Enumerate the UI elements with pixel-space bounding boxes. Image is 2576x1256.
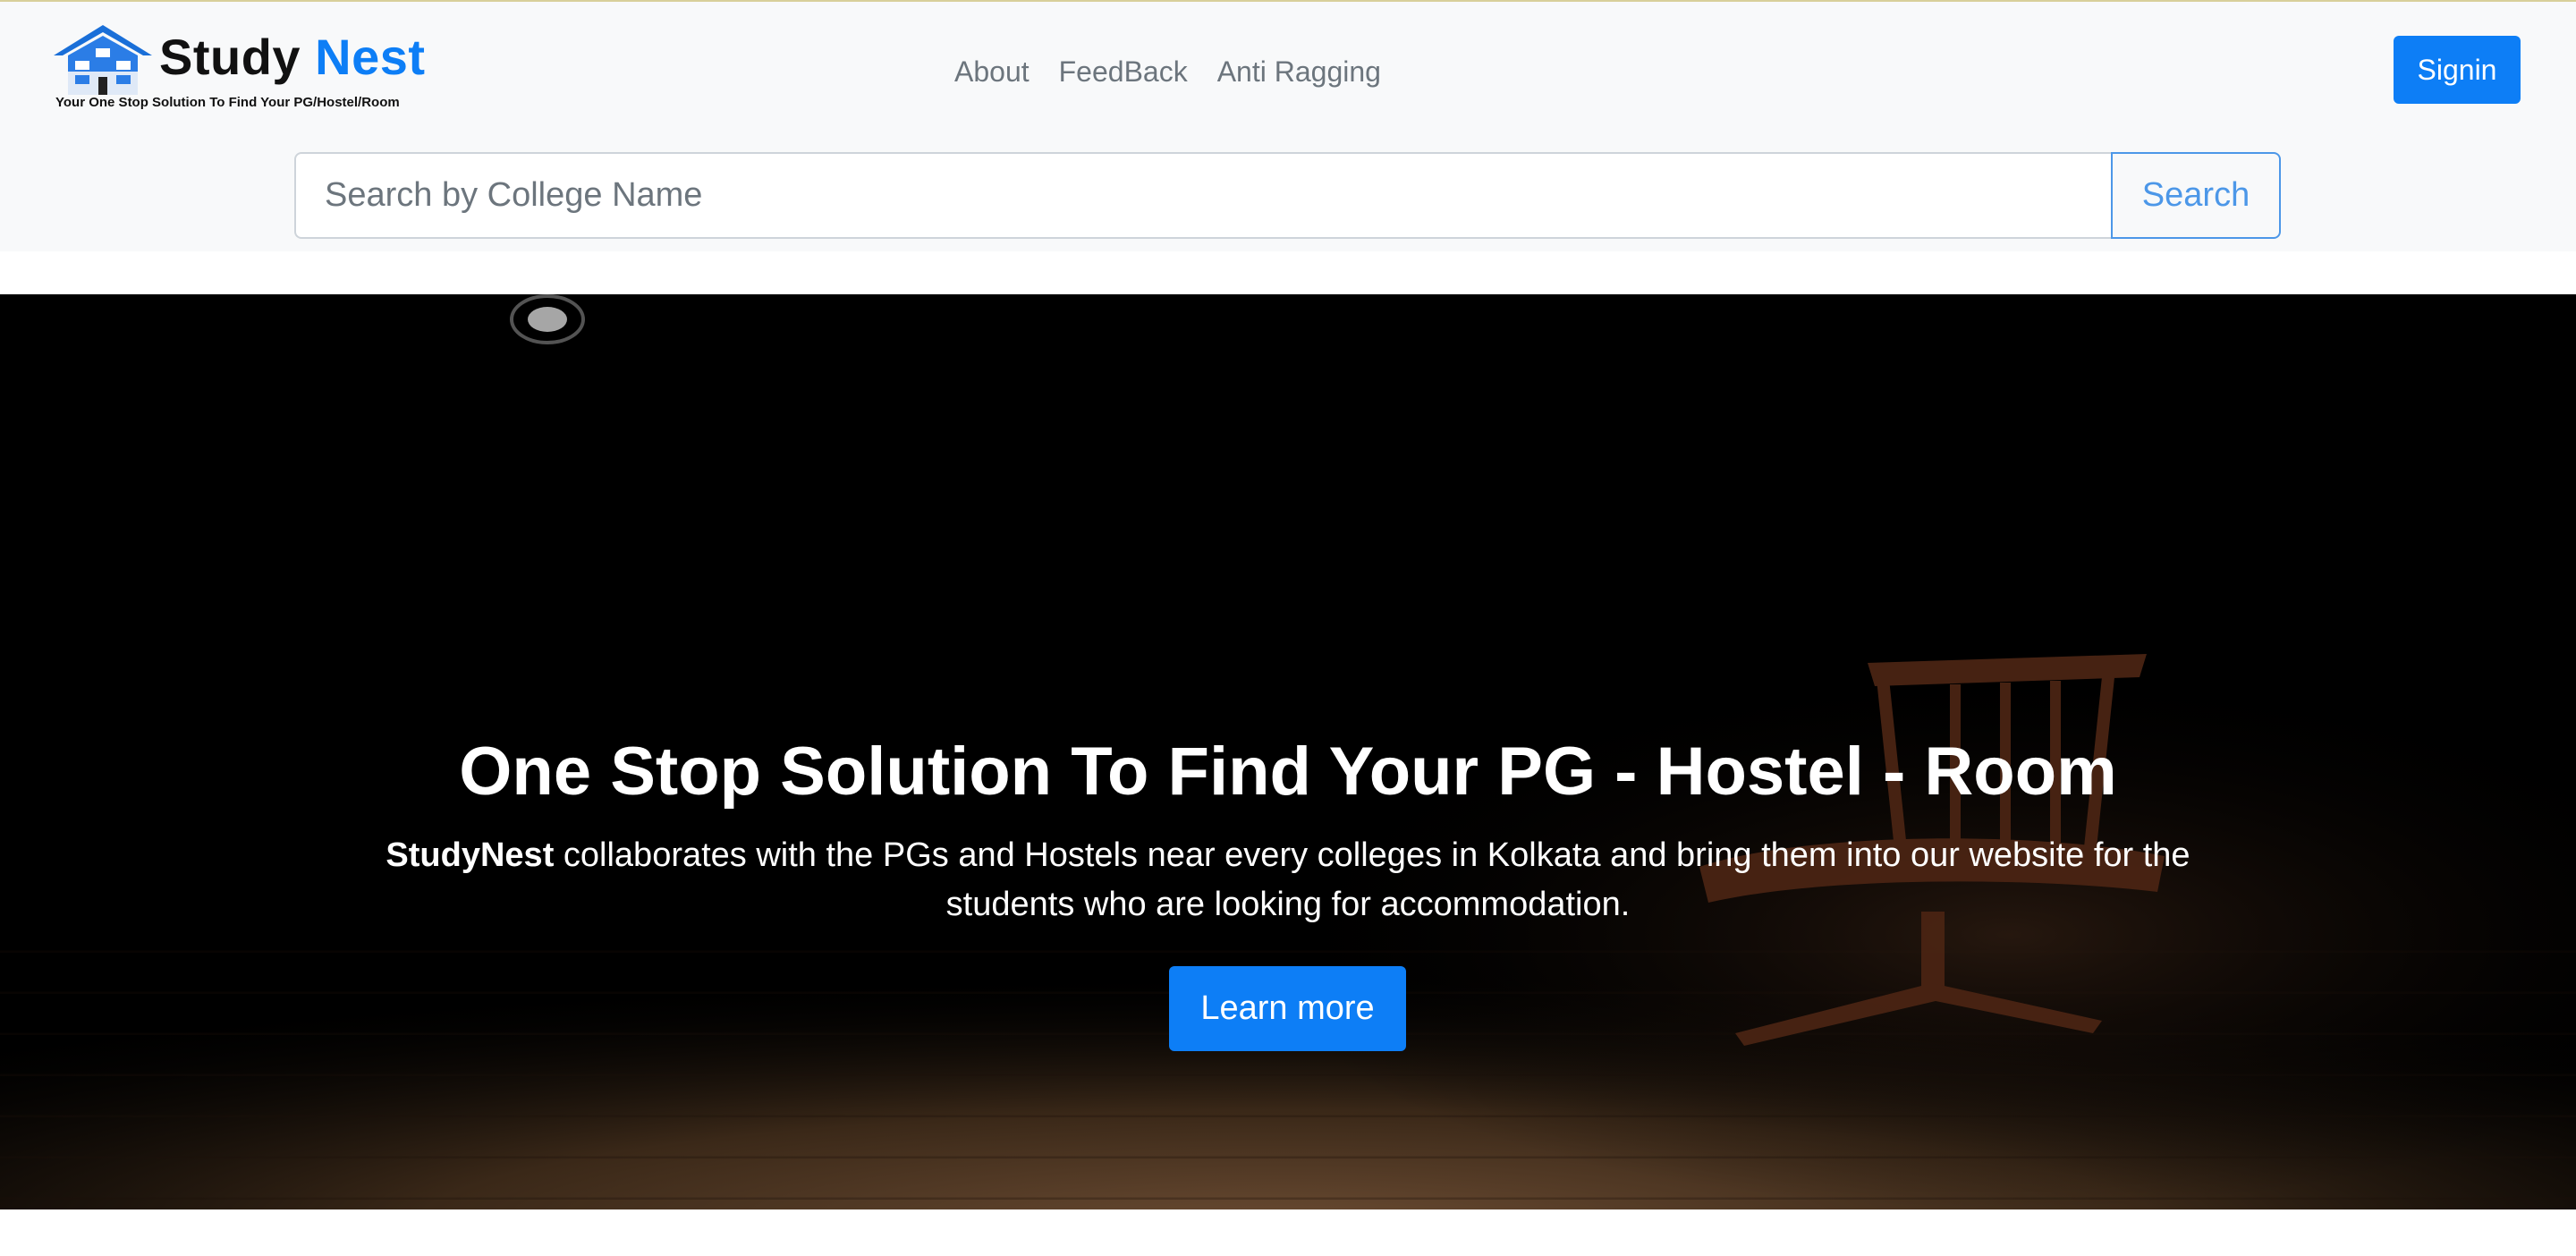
nav-links: About FeedBack Anti Ragging [954, 54, 1381, 89]
brand-name-study: Study [159, 29, 316, 85]
hero-content: One Stop Solution To Find Your PG - Host… [0, 294, 2576, 1209]
brand-name-nest: Nest [315, 29, 426, 85]
hero-description-text: collaborates with the PGs and Hostels ne… [554, 836, 2190, 923]
brand-tagline: Your One Stop Solution To Find Your PG/H… [55, 95, 400, 110]
hero-title: One Stop Solution To Find Your PG - Host… [459, 734, 2117, 810]
nav-link-about[interactable]: About [954, 54, 1030, 89]
search-form: Search [294, 152, 2281, 239]
brand-name: Study Nest [159, 32, 426, 82]
hero-description-brand: StudyNest [386, 836, 555, 874]
search-input[interactable] [294, 152, 2111, 239]
hero-description: StudyNest collaborates with the PGs and … [385, 831, 2191, 929]
nav-link-anti-ragging[interactable]: Anti Ragging [1217, 54, 1381, 89]
hero-section: One Stop Solution To Find Your PG - Host… [0, 294, 2576, 1209]
learn-more-button[interactable]: Learn more [1169, 966, 1406, 1051]
house-icon [54, 25, 152, 95]
navbar: Study Nest Your One Stop Solution To Fin… [0, 0, 2576, 251]
nav-link-feedback[interactable]: FeedBack [1059, 54, 1188, 89]
signin-button[interactable]: Signin [2394, 36, 2521, 104]
search-button[interactable]: Search [2111, 152, 2281, 239]
brand-logo[interactable]: Study Nest Your One Stop Solution To Fin… [54, 25, 429, 115]
